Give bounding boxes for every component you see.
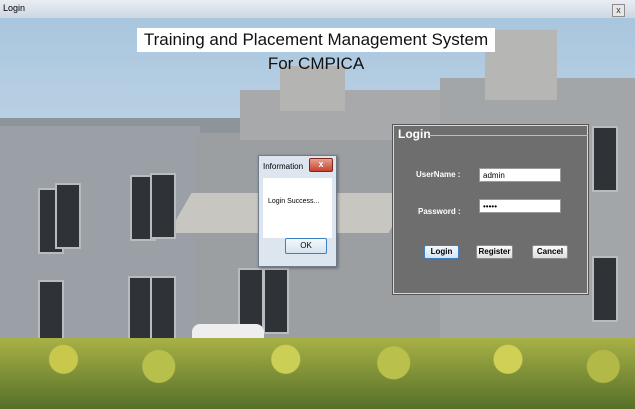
cancel-button[interactable]: Cancel [532,245,568,259]
window-close-icon[interactable]: x [612,4,625,17]
window-title: Login [3,3,26,13]
ok-button[interactable]: OK [285,238,327,254]
window-titlebar: Login x [0,0,635,19]
dialog-close-icon[interactable]: x [309,158,333,172]
login-button[interactable]: Login [424,245,459,259]
login-panel-title: Login [398,127,431,141]
app-heading: Training and Placement Management System… [137,28,495,73]
dialog-message: Login Success... [268,198,320,205]
login-panel: Login UserName : Password : Login Regist… [393,125,588,294]
dialog-title: Information [263,162,304,171]
register-button[interactable]: Register [476,245,513,259]
information-dialog: Information x Login Success... OK [258,155,337,267]
password-input[interactable] [479,199,561,213]
password-label: Password : [418,207,461,216]
username-input[interactable] [479,168,561,182]
login-panel-divider [428,135,588,136]
username-label: UserName : [416,170,461,179]
dialog-body: Login Success... [263,178,332,238]
